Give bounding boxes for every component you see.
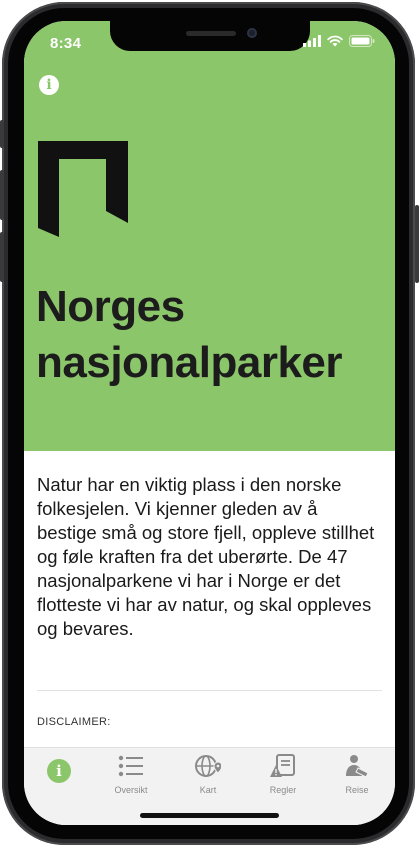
list-icon xyxy=(118,755,143,777)
front-camera xyxy=(247,28,257,38)
rules-warning-icon xyxy=(270,754,295,777)
intro-text: Natur har en viktig plass i den norske f… xyxy=(37,474,375,639)
home-indicator[interactable] xyxy=(140,813,279,818)
hero-section: 8:34 i Norges nasjonalparker xyxy=(24,21,395,451)
signal-icon xyxy=(303,35,321,47)
tab-regler[interactable]: Regler xyxy=(248,754,318,795)
tab-label-oversikt: Oversikt xyxy=(114,785,148,795)
wifi-icon xyxy=(327,35,343,47)
side-button-power xyxy=(415,205,419,283)
disclaimer-heading: DISCLAIMER: xyxy=(37,716,111,728)
info-icon[interactable]: i xyxy=(39,75,59,95)
tab-label-reise: Reise xyxy=(345,785,369,795)
notch xyxy=(110,21,310,51)
side-button-silent xyxy=(0,120,4,148)
title-line-2: nasjonalparker xyxy=(36,338,343,387)
content-section: Natur har en viktig plass i den norske f… xyxy=(24,451,395,747)
side-button-volume-up xyxy=(0,170,4,220)
page-title: Norges nasjonalparker xyxy=(36,279,343,391)
speaker xyxy=(186,31,236,36)
status-time: 8:34 xyxy=(50,35,82,52)
info-icon: i xyxy=(47,759,71,783)
app-screen: 8:34 i Norges nasjonalparker Natur har e… xyxy=(24,21,395,825)
tab-label-kart: Kart xyxy=(199,785,217,795)
tab-label-regler: Regler xyxy=(269,785,297,795)
tab-reise[interactable]: Reise xyxy=(322,754,392,795)
status-icons xyxy=(303,35,375,47)
battery-icon xyxy=(349,35,375,47)
divider xyxy=(37,690,382,691)
globe-pin-icon xyxy=(195,755,223,777)
tab-kart[interactable]: Kart xyxy=(173,754,243,795)
title-line-1: Norges xyxy=(36,282,185,331)
tab-oversikt[interactable]: Oversikt xyxy=(96,754,166,795)
nasjonalparker-logo xyxy=(38,141,128,237)
traveler-icon xyxy=(346,755,369,778)
side-button-volume-down xyxy=(0,232,4,282)
tab-info[interactable]: i xyxy=(24,754,94,783)
